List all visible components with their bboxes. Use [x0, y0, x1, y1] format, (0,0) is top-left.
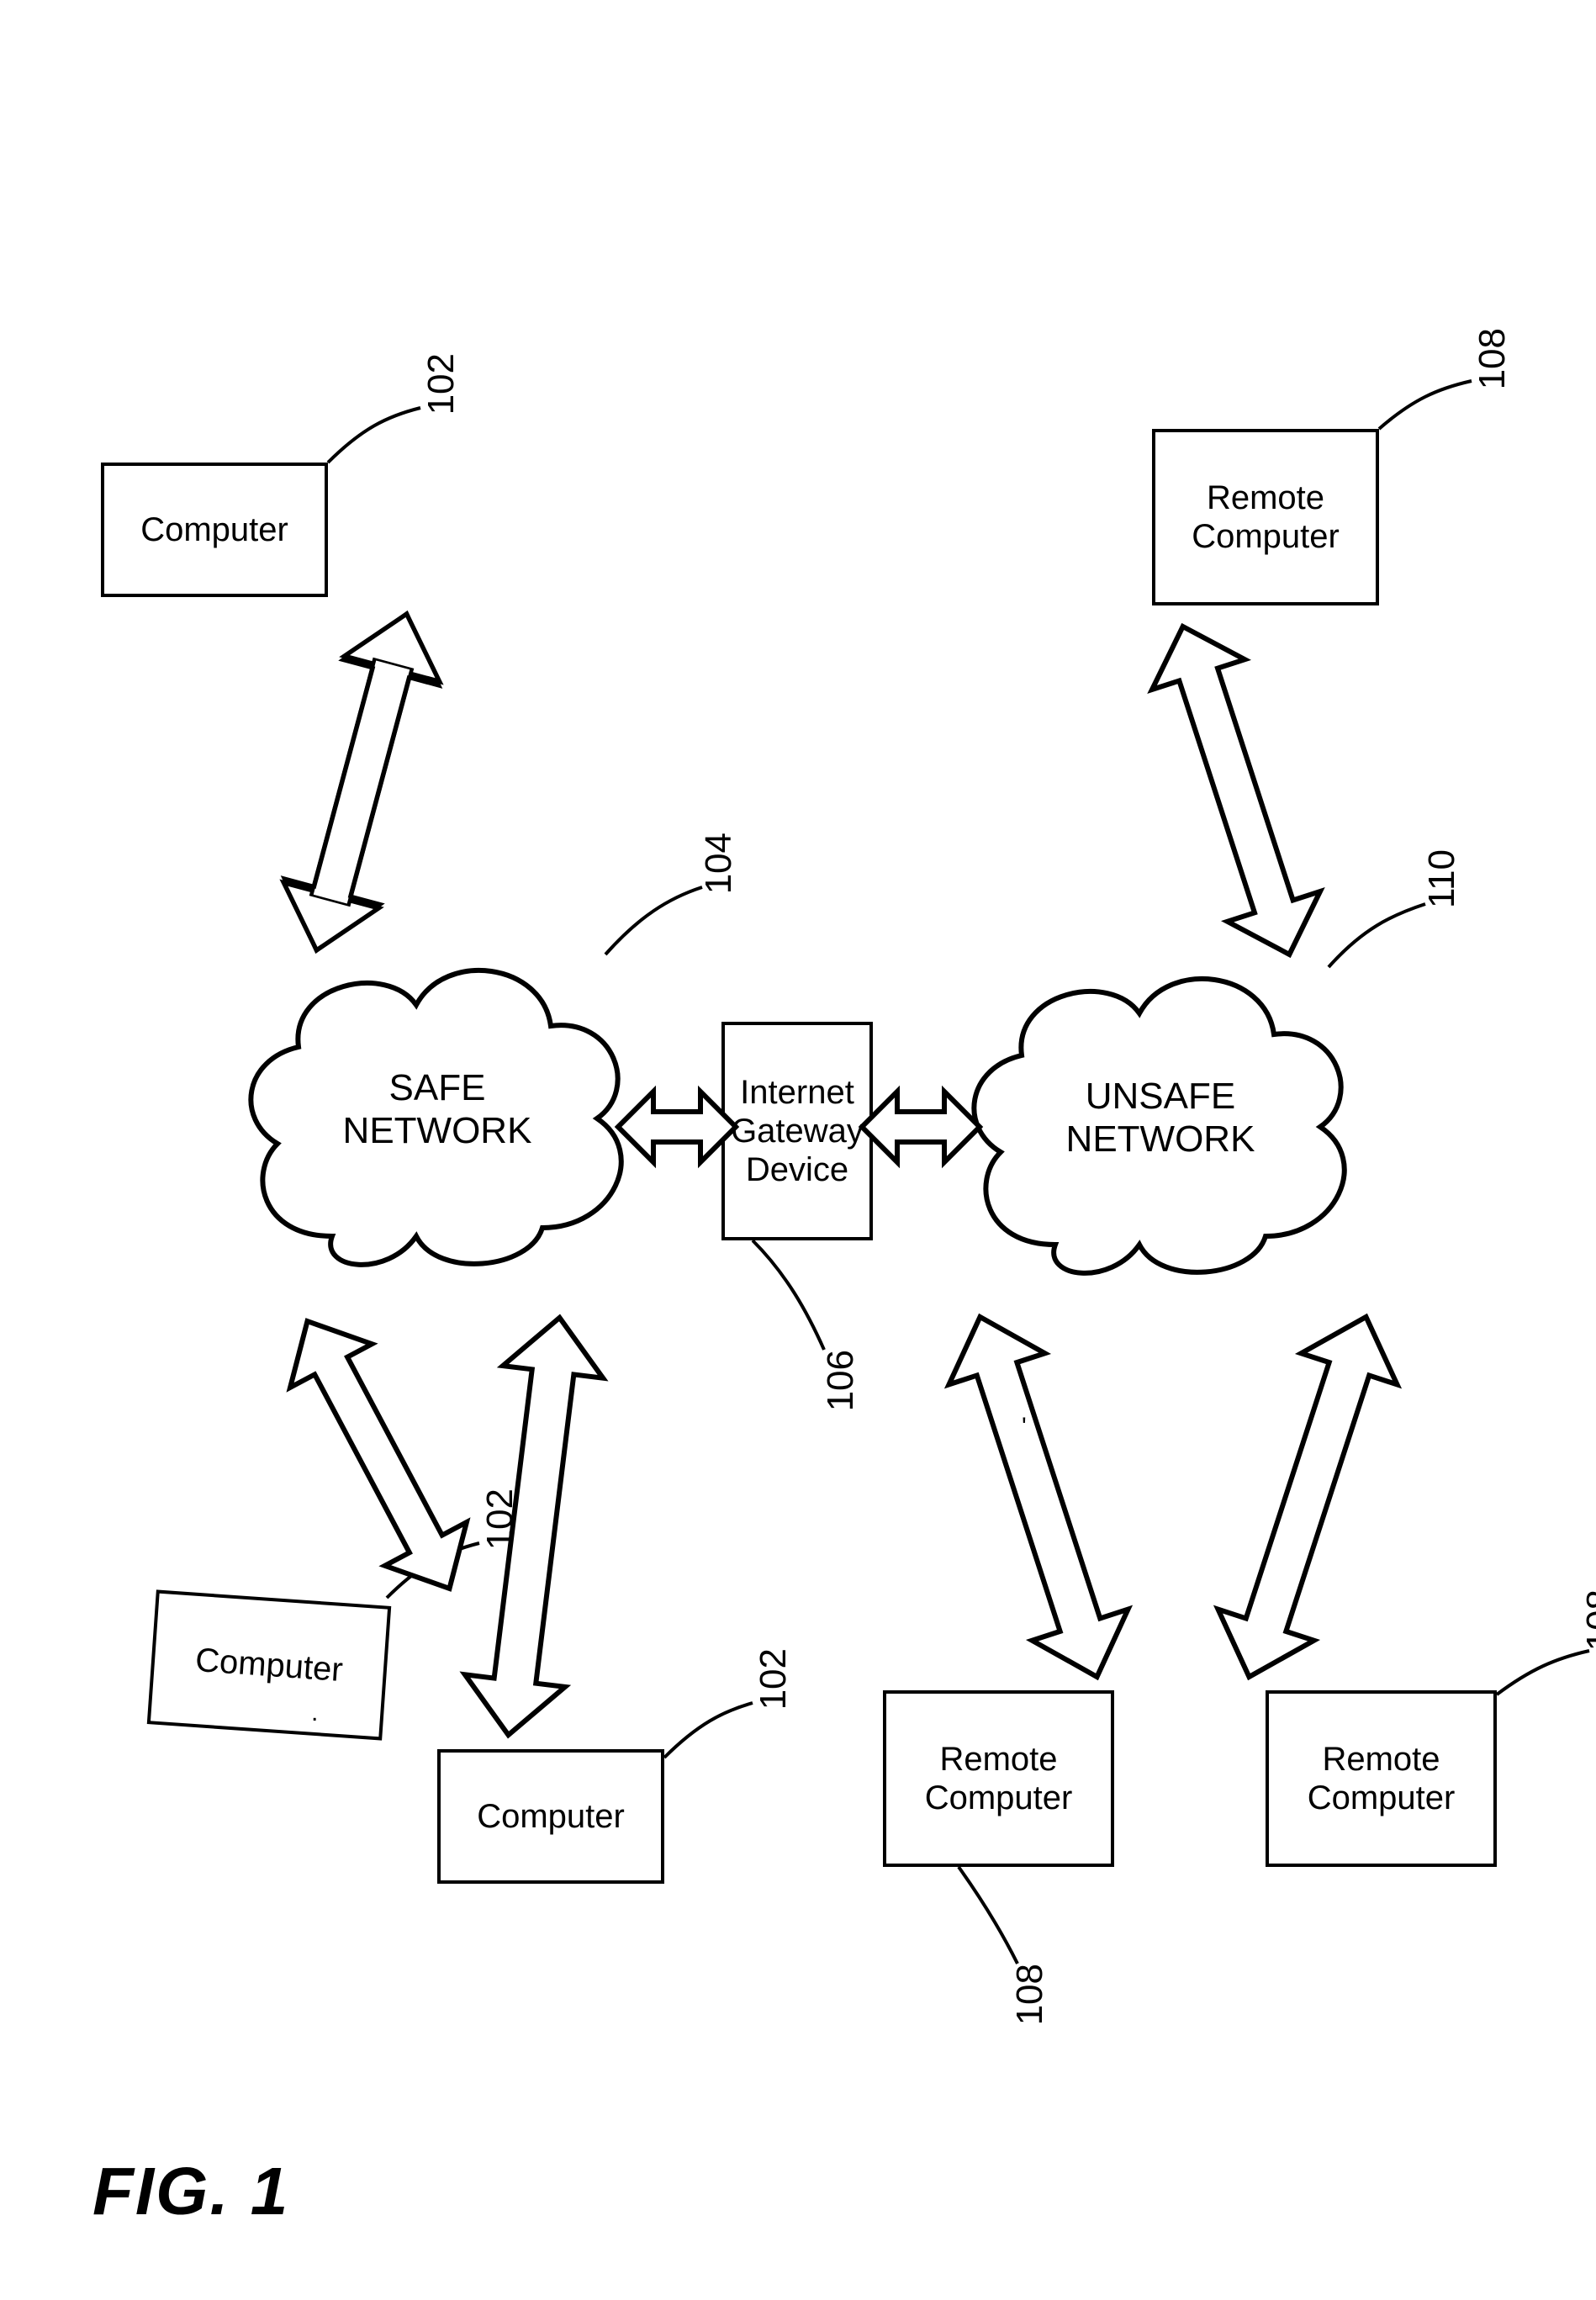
stray-mark: .: [311, 1699, 318, 1727]
figure-label: FIG. 1: [92, 2153, 289, 2230]
remote-label: Remote Computer: [1192, 479, 1340, 556]
ref-110: 110: [1421, 849, 1463, 908]
computer-label: Computer: [194, 1641, 344, 1689]
leader-line: [736, 1240, 837, 1354]
ref-108-top-right: 108: [1472, 328, 1514, 389]
leader-line: [1497, 1648, 1596, 1732]
computer-label: Computer: [140, 510, 288, 549]
unsafe-network-cloud: UNSAFE NETWORK: [950, 950, 1371, 1287]
double-arrow-icon: [277, 589, 446, 976]
ref-108-bottom-right: 108: [1579, 1589, 1596, 1651]
double-arrow-icon: [450, 1291, 618, 1762]
double-arrow-icon: [1152, 597, 1320, 984]
remote-label: Remote Computer: [925, 1740, 1073, 1817]
leader-line: [1329, 900, 1430, 984]
leader-line: [664, 1699, 765, 1783]
ref-104: 104: [698, 833, 740, 894]
leader-line: [605, 883, 706, 976]
leader-line: [925, 1867, 1026, 1968]
safe-network-cloud: SAFE NETWORK: [227, 942, 647, 1278]
ref-102-bottom-right: 102: [753, 1648, 795, 1710]
computer-box-top-left: Computer: [101, 463, 328, 597]
double-arrow-icon: [294, 1287, 462, 1623]
double-arrow-icon: [1215, 1287, 1400, 1707]
leader-line: [1379, 378, 1480, 463]
unsafe-network-label: UNSAFE NETWORK: [1066, 1076, 1255, 1161]
computer-label: Computer: [477, 1797, 625, 1836]
ref-106: 106: [820, 1350, 862, 1411]
ref-108-bottom-left: 108: [1009, 1964, 1051, 2025]
safe-network-label: SAFE NETWORK: [343, 1067, 532, 1152]
double-arrow-icon: [845, 1076, 996, 1177]
stray-mark: ': [1022, 1413, 1027, 1441]
remote-label: Remote Computer: [1308, 1740, 1456, 1817]
remote-box-bottom-left: Remote Computer: [883, 1690, 1114, 1867]
remote-box-bottom-right: Remote Computer: [1266, 1690, 1497, 1867]
diagram-page: Computer 102 Computer 102 Computer 102 S…: [0, 0, 1596, 2300]
computer-box-bottom-right: Computer: [437, 1749, 664, 1884]
double-arrow-icon: [601, 1076, 753, 1177]
remote-box-top-right: Remote Computer: [1152, 429, 1379, 605]
leader-line: [328, 404, 429, 488]
double-arrow-icon: [946, 1287, 1131, 1707]
ref-102-top-left: 102: [420, 353, 462, 415]
